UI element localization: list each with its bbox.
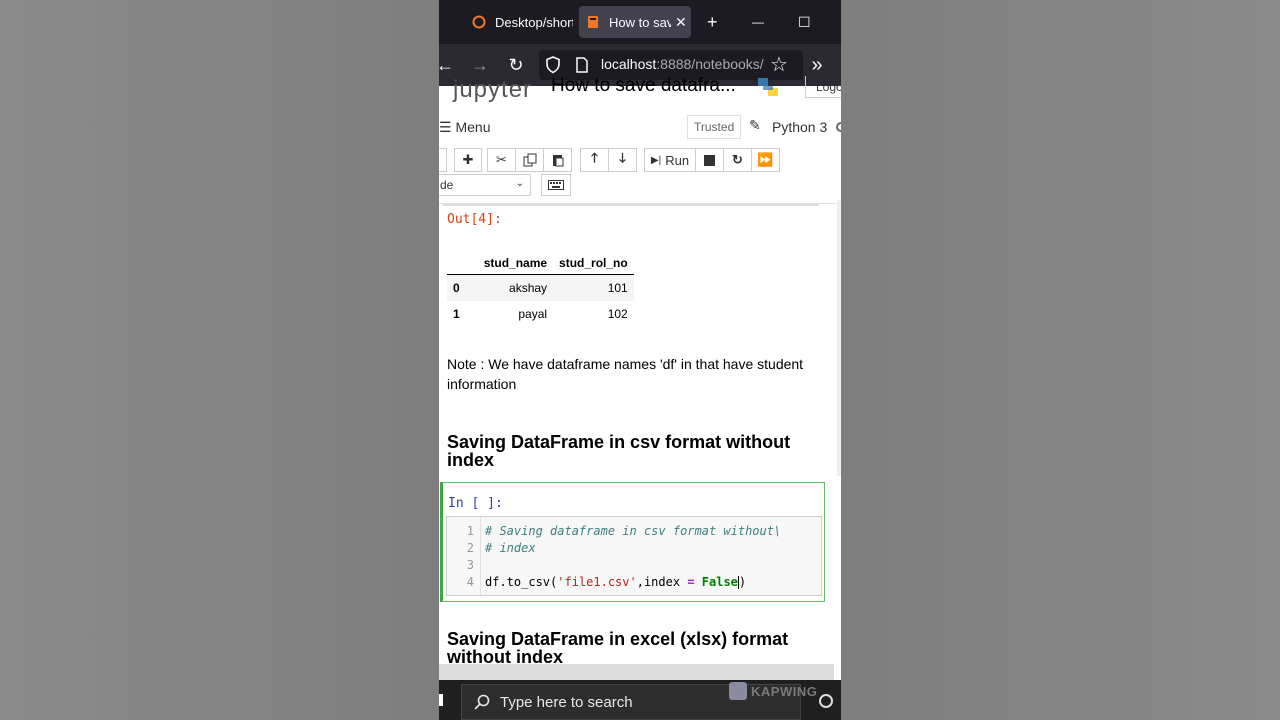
new-tab-button[interactable]: +	[707, 10, 718, 34]
browser-tab-bar: Desktop/short How to save ✕ + — ☐	[439, 0, 841, 44]
minimize-button[interactable]: —	[752, 10, 764, 34]
line-number-gutter: 1 2 3 4	[447, 517, 481, 595]
refresh-icon: ↻	[732, 152, 743, 167]
table-cell: akshay	[477, 274, 554, 301]
scissors-icon: ✂	[496, 152, 507, 167]
python-logo-icon	[758, 78, 778, 96]
table-index-cell: 1	[453, 307, 460, 321]
page-icon	[576, 57, 588, 73]
jupyter-header: jupyter How to save datafra... Logo ☰ Me…	[439, 75, 841, 204]
restart-run-all-button[interactable]: ⏩	[751, 148, 780, 172]
table-header-cell: stud_name	[477, 252, 554, 275]
overflow-menu-icon[interactable]: »	[805, 53, 829, 77]
left-letterbox	[0, 0, 439, 720]
kernel-name: Python 3	[772, 119, 828, 135]
kapwing-logo-icon	[729, 682, 747, 700]
cut-button[interactable]: ✂	[487, 148, 516, 172]
kapwing-watermark: KAPWING	[729, 682, 817, 700]
windows-taskbar: Type here to search KAPWING	[439, 680, 841, 720]
table-row: 1 payal 102	[447, 301, 634, 327]
table-header-row: stud_name stud_rol_no	[447, 252, 634, 275]
line-number: 1	[466, 524, 474, 538]
in-prompt: In [ ]:	[448, 496, 503, 511]
previous-cell-edge	[443, 204, 819, 206]
code-line: df.to_csv('file1.csv',index = False)	[485, 575, 747, 589]
logout-button[interactable]: Logo	[805, 76, 841, 98]
notebook-title[interactable]: How to save datafra...	[551, 75, 736, 97]
paste-button[interactable]	[543, 148, 572, 172]
command-palette-button[interactable]	[541, 174, 571, 196]
line-number: 2	[466, 541, 474, 555]
url-text: localhost:8888/notebooks/	[601, 56, 764, 72]
save-button[interactable]	[439, 148, 447, 172]
trusted-indicator[interactable]: Trusted	[687, 115, 742, 139]
search-placeholder: Type here to search	[500, 694, 633, 711]
markdown-note: Note : We have dataframe names 'df' in t…	[447, 356, 804, 392]
shield-icon	[546, 56, 560, 74]
close-tab-icon[interactable]: ✕	[675, 14, 687, 31]
table-index-cell: 0	[447, 274, 478, 301]
notebook-area: Out[4]: stud_name stud_rol_no 0 akshay 1…	[439, 204, 841, 680]
out-prompt: Out[4]:	[447, 212, 502, 227]
code-editor[interactable]: 1 2 3 4 # Saving dataframe in csv format…	[446, 516, 822, 596]
table-row: 0 akshay 101	[447, 274, 634, 301]
tab-desktop-short[interactable]: Desktop/short	[465, 6, 573, 38]
copy-icon	[523, 153, 536, 167]
code-cell-selected[interactable]: In [ ]: 1 2 3 4 # Saving dataframe in cs…	[440, 482, 825, 602]
tab-label: How to save	[609, 14, 671, 30]
maximize-button[interactable]: ☐	[798, 10, 811, 34]
move-down-button[interactable]: 🡓	[608, 148, 637, 172]
keyboard-icon	[548, 180, 564, 190]
search-icon	[474, 694, 490, 710]
bookmark-star-icon[interactable]: ☆	[767, 53, 791, 77]
chevron-down-icon: ⌄	[515, 178, 524, 189]
start-icon[interactable]	[439, 694, 443, 706]
menu-button[interactable]: ☰ Menu	[439, 119, 490, 136]
table-cell: payal	[518, 307, 548, 321]
table-header-cell	[447, 252, 478, 275]
back-icon[interactable]: ←	[439, 53, 457, 77]
right-letterbox	[841, 0, 1280, 720]
insert-cell-button[interactable]: ✚	[454, 148, 482, 172]
table-cell: 101	[553, 274, 634, 301]
kernel-status-icon	[836, 122, 841, 132]
fast-forward-icon: ⏩	[757, 152, 774, 167]
step-forward-icon: ▶|	[650, 154, 662, 166]
horizontal-scrollbar[interactable]	[439, 664, 834, 680]
pencil-icon[interactable]: ✎	[749, 117, 761, 134]
jupyter-logo[interactable]: jupyter	[453, 76, 532, 104]
arrow-down-icon: 🡓	[619, 150, 626, 165]
markdown-heading: Saving DataFrame in csv format without i…	[447, 432, 791, 470]
move-up-button[interactable]: 🡑	[580, 148, 609, 172]
paste-icon	[552, 155, 563, 167]
line-number: 4	[466, 575, 474, 589]
notebook-favicon-icon	[585, 14, 601, 30]
code-line: # Saving dataframe in csv format without…	[485, 524, 782, 538]
copy-button[interactable]	[515, 148, 544, 172]
cortana-icon[interactable]	[819, 694, 833, 708]
line-number: 3	[466, 558, 474, 572]
vertical-scrollbar[interactable]	[837, 200, 841, 476]
interrupt-button[interactable]	[695, 148, 724, 172]
tab-how-to-save[interactable]: How to save ✕	[579, 6, 691, 38]
code-line: # index	[485, 541, 536, 555]
dataframe-table: stud_name stud_rol_no 0 akshay 101 1 pay…	[447, 252, 634, 327]
reload-icon[interactable]: ↻	[504, 53, 528, 77]
menu-icon: ☰	[439, 119, 452, 135]
screen-recording: Desktop/short How to save ✕ + — ☐ ← → ↻ …	[439, 0, 841, 720]
cell-type-select[interactable]: de ⌄	[439, 174, 531, 196]
restart-button[interactable]: ↻	[723, 148, 752, 172]
run-button[interactable]: ▶| Run	[644, 148, 696, 172]
forward-icon[interactable]: →	[468, 53, 492, 77]
plus-icon: ✚	[462, 152, 474, 167]
table-cell: 102	[607, 307, 628, 321]
stop-icon	[704, 154, 715, 166]
tab-label: Desktop/short	[495, 14, 573, 30]
markdown-heading: Saving DataFrame in excel (xlsx) format …	[447, 629, 789, 667]
jupyter-favicon-icon	[471, 14, 487, 30]
table-header-cell: stud_rol_no	[553, 252, 634, 275]
arrow-up-icon: 🡑	[591, 150, 598, 165]
